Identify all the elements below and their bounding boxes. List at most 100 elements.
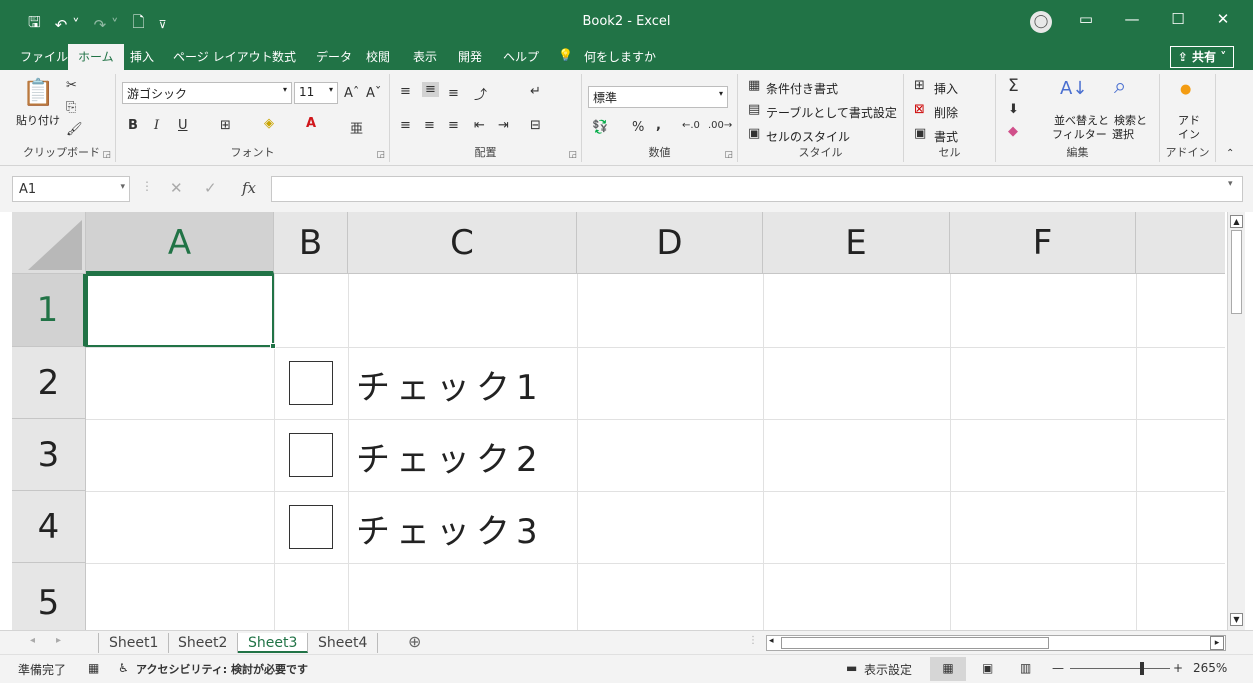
tab-view[interactable]: 表示 — [413, 48, 437, 65]
checkbox-2[interactable] — [289, 433, 333, 477]
increase-indent-icon[interactable]: ⇥ — [498, 118, 509, 133]
row-header-5[interactable]: 5 — [12, 563, 86, 630]
checkbox-label-3[interactable]: チェック3 — [356, 504, 544, 553]
align-top-icon[interactable]: ≡ — [400, 84, 411, 99]
vertical-scroll-thumb[interactable] — [1231, 230, 1242, 314]
format-painter-icon[interactable]: 🖌 — [66, 122, 83, 137]
split-handle-icon[interactable]: ⋮ — [748, 635, 758, 646]
tab-developer[interactable]: 開発 — [458, 48, 482, 65]
checkbox-1[interactable] — [289, 361, 333, 405]
paste-label[interactable]: 貼り付け — [16, 112, 60, 128]
wrap-text-icon[interactable]: ↵ — [530, 84, 541, 99]
row-header-3[interactable]: 3 — [12, 419, 86, 491]
bold-button[interactable]: B — [128, 118, 138, 133]
align-bottom-icon[interactable]: ≡ — [448, 86, 459, 101]
insert-cells-button[interactable]: 挿入 — [934, 80, 958, 97]
chevron-down-icon[interactable]: ▾ — [120, 182, 125, 192]
clear-icon[interactable]: ◆ — [1008, 124, 1018, 139]
expand-formula-bar-icon[interactable]: ▾ — [1228, 179, 1233, 189]
tab-home[interactable]: ホーム — [68, 44, 124, 70]
delete-cells-button[interactable]: 削除 — [934, 104, 958, 121]
horizontal-scrollbar[interactable]: ◂ — [766, 635, 1226, 651]
zoom-in-button[interactable]: + — [1173, 661, 1183, 675]
find-select-icon[interactable]: ⌕ — [1114, 74, 1126, 99]
borders-icon[interactable]: ⊞ — [220, 118, 231, 133]
insert-function-button[interactable]: fx — [242, 179, 256, 197]
scroll-down-icon[interactable]: ▼ — [1230, 613, 1243, 626]
ribbon-display-options-icon[interactable]: ▭ — [1071, 10, 1101, 28]
font-size-select[interactable]: 11 ▾ — [294, 82, 338, 104]
conditional-format-icon[interactable]: ▦ — [748, 78, 760, 93]
row-header-2[interactable]: 2 — [12, 347, 86, 419]
zoom-out-button[interactable]: — — [1052, 661, 1064, 675]
share-button[interactable]: ⇪ 共有 ˅ — [1170, 46, 1234, 68]
normal-view-icon[interactable]: ▦ — [930, 657, 966, 681]
font-name-select[interactable]: 游ゴシック ▾ — [122, 82, 292, 104]
next-sheet-icon[interactable]: ▸ — [56, 635, 61, 646]
italic-button[interactable]: I — [154, 118, 159, 133]
sheet-tab-3[interactable]: Sheet3 — [238, 633, 309, 653]
add-sheet-button[interactable]: ⊕ — [408, 632, 421, 651]
worksheet-grid[interactable]: A B C D E F ( 1 2 3 4 5 チェック1 チェック2 チェック… — [12, 212, 1225, 630]
tab-page-layout[interactable]: ページ レイアウト — [173, 48, 273, 65]
cut-icon[interactable]: ✂ — [66, 78, 77, 93]
display-settings-icon[interactable]: ▬ — [846, 661, 857, 675]
font-color-icon[interactable]: A — [306, 116, 316, 131]
delete-cells-icon[interactable]: ⊠ — [914, 102, 925, 117]
underline-button[interactable]: U — [178, 118, 188, 133]
alignment-launcher-icon[interactable]: ◲ — [568, 150, 577, 160]
account-avatar-icon[interactable]: ◯ — [1030, 11, 1052, 33]
decrease-font-icon[interactable]: Aˇ — [366, 86, 381, 101]
scroll-left-icon[interactable]: ◂ — [769, 636, 774, 646]
sheet-tab-4[interactable]: Sheet4 — [308, 633, 379, 653]
tab-review[interactable]: 校閲 — [366, 48, 390, 65]
confirm-entry-icon[interactable]: ✓ — [204, 179, 217, 197]
align-left-icon[interactable]: ≡ — [400, 118, 411, 133]
column-header-c[interactable]: C — [348, 212, 577, 274]
paste-icon[interactable]: 📋 — [22, 78, 54, 108]
format-as-table-button[interactable]: テーブルとして書式設定 — [766, 104, 897, 121]
fill-color-icon[interactable]: ◈ — [264, 116, 274, 131]
addins-label-2[interactable]: イン — [1178, 126, 1200, 142]
sort-filter-icon[interactable]: A↓ — [1060, 78, 1087, 99]
insert-cells-icon[interactable]: ⊞ — [914, 78, 925, 93]
zoom-level[interactable]: 265% — [1193, 661, 1227, 675]
scroll-up-icon[interactable]: ▲ — [1230, 215, 1243, 228]
active-cell-a1[interactable] — [86, 274, 276, 349]
macro-record-icon[interactable]: ▦ — [88, 661, 99, 675]
column-header-f[interactable]: F — [950, 212, 1136, 274]
cell-styles-icon[interactable]: ▣ — [748, 126, 760, 141]
page-layout-view-icon[interactable]: ▣ — [982, 661, 993, 675]
decrease-decimal-icon[interactable]: .00→ — [708, 120, 732, 131]
row-header-4[interactable]: 4 — [12, 491, 86, 563]
format-as-table-icon[interactable]: ▤ — [748, 102, 760, 117]
phonetic-icon[interactable]: 亜 — [350, 118, 363, 137]
formula-input[interactable] — [271, 176, 1243, 202]
format-cells-button[interactable]: 書式 — [934, 128, 958, 145]
tab-help[interactable]: ヘルプ — [503, 48, 539, 65]
prev-sheet-icon[interactable]: ◂ — [30, 635, 35, 646]
page-break-view-icon[interactable]: ▥ — [1020, 661, 1031, 675]
cell-styles-button[interactable]: セルのスタイル — [766, 128, 850, 145]
align-right-icon[interactable]: ≡ — [448, 118, 459, 133]
checkbox-3[interactable] — [289, 505, 333, 549]
maximize-icon[interactable]: ☐ — [1163, 10, 1193, 28]
currency-icon[interactable]: 💱 — [592, 120, 608, 135]
number-format-select[interactable]: 標準 ▾ — [588, 86, 728, 108]
percent-button[interactable]: % — [632, 120, 644, 135]
column-header-b[interactable]: B — [274, 212, 348, 274]
sort-filter-label-2[interactable]: フィルター — [1052, 126, 1107, 142]
column-header-e[interactable]: E — [763, 212, 950, 274]
checkbox-label-2[interactable]: チェック2 — [356, 432, 544, 481]
vertical-scrollbar[interactable]: ▲ ▼ — [1227, 212, 1245, 630]
autosum-button[interactable]: Σ — [1008, 76, 1019, 96]
find-select-label-2[interactable]: 選択 — [1112, 126, 1134, 142]
font-launcher-icon[interactable]: ◲ — [376, 150, 385, 160]
tab-file[interactable]: ファイル — [20, 48, 68, 65]
fill-icon[interactable]: ⬇ — [1008, 102, 1019, 117]
zoom-slider-knob[interactable] — [1140, 662, 1144, 675]
checkbox-label-1[interactable]: チェック1 — [356, 360, 544, 409]
conditional-format-button[interactable]: 条件付き書式 — [766, 80, 838, 97]
name-box[interactable]: A1 ▾ — [12, 176, 130, 202]
format-cells-icon[interactable]: ▣ — [914, 126, 926, 141]
